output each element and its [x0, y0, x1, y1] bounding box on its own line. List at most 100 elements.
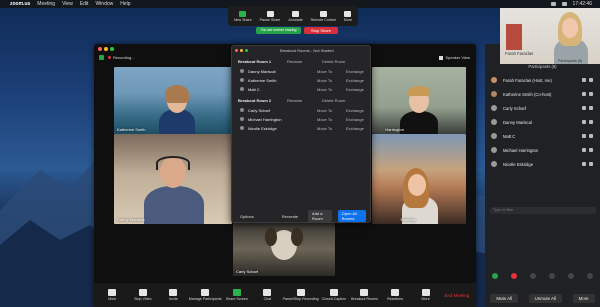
exchange-button[interactable]: Exchange — [346, 87, 364, 92]
end-meeting-button[interactable]: End Meeting — [441, 293, 473, 298]
camera-icon — [138, 289, 147, 296]
manage-participants-button[interactable]: Manage Participants — [189, 289, 222, 301]
slower-icon[interactable] — [529, 273, 536, 279]
stop-video-button[interactable]: Stop Video — [128, 289, 159, 301]
breakout-room-1[interactable]: Breakout Room 1 Rename Delete Room — [232, 57, 372, 66]
yes-icon[interactable] — [491, 273, 498, 279]
battery-icon[interactable] — [561, 2, 567, 6]
participant-row[interactable]: Carly Scharf — [489, 103, 599, 115]
delete-room-button[interactable]: Delete Room — [322, 59, 345, 64]
annotate-button[interactable]: Annotate — [288, 10, 303, 22]
move-to-button[interactable]: Move To — [317, 108, 332, 113]
menu-zoom[interactable]: zoom.us — [10, 1, 30, 7]
video-tile-danny[interactable]: Danny Mariscal — [114, 134, 232, 224]
wifi-icon[interactable] — [550, 2, 556, 6]
speaker-view-button[interactable]: Speaker View — [439, 55, 470, 60]
move-to-button[interactable]: Move To — [317, 117, 332, 122]
exchange-button[interactable]: Exchange — [346, 78, 364, 83]
maximize-window-icon[interactable] — [110, 47, 114, 51]
mute-all-button[interactable]: Mute All — [490, 293, 518, 303]
record-icon — [296, 289, 305, 296]
participant-row[interactable]: Farah Faraclas (Host, me) — [489, 75, 599, 87]
pause-stop-recording-button[interactable]: Pause/Stop Recording — [283, 289, 319, 301]
menu-help[interactable]: Help — [120, 1, 130, 7]
move-to-button[interactable]: Move To — [317, 69, 332, 74]
pause-share-button[interactable]: Pause Share — [260, 10, 280, 22]
share-screen-icon — [232, 289, 241, 296]
maximize-dialog-icon[interactable] — [245, 49, 248, 52]
more-feedback-icon[interactable] — [568, 273, 575, 279]
menu-meeting[interactable]: Meeting — [37, 1, 55, 7]
breakout-rooms-button[interactable]: Breakout Rooms — [349, 289, 380, 301]
clear-all-icon[interactable] — [587, 273, 594, 279]
rename-room-button[interactable]: Rename — [287, 98, 302, 103]
move-to-button[interactable]: Move To — [317, 126, 332, 131]
more-button[interactable]: More — [344, 10, 352, 22]
video-tile-katherine[interactable]: Katherine Smith — [114, 67, 232, 134]
closed-caption-button[interactable]: Closed Caption — [319, 289, 350, 301]
video-tile-harrington[interactable]: Harrington — [372, 67, 466, 134]
stop-share-button[interactable]: Stop Share — [304, 26, 338, 34]
no-icon[interactable] — [510, 273, 517, 279]
delete-room-button[interactable]: Delete Room — [322, 98, 345, 103]
participants-panel: Participants (6) Farah Faraclas (Host, m… — [485, 44, 600, 307]
participant-row[interactable]: Katherine Smith (Co-host) — [489, 89, 599, 101]
recreate-button[interactable]: Recreate — [278, 213, 302, 220]
participant-row[interactable]: Nicolle Eskridge — [489, 159, 599, 171]
new-share-button[interactable]: New Share — [234, 10, 252, 22]
add-room-button[interactable]: Add a Room — [308, 210, 332, 222]
move-to-button[interactable]: Move To — [317, 87, 332, 92]
menu-window[interactable]: Window — [95, 1, 113, 7]
tile-name-label: Katherine Smith — [117, 127, 146, 132]
tile-name-label: Danny Mariscal — [117, 217, 145, 222]
faster-icon[interactable] — [549, 273, 556, 279]
close-window-icon[interactable] — [98, 47, 102, 51]
reactions-button[interactable]: Reactions — [380, 289, 411, 301]
close-dialog-icon[interactable] — [235, 49, 238, 52]
breakout-icon — [360, 289, 369, 296]
unmute-all-button[interactable]: Unmute All — [528, 293, 562, 303]
video-tile-carly[interactable]: Carly Scharf — [233, 222, 335, 276]
room-member-row: Matt C Move To Exchange — [232, 85, 372, 94]
remote-icon — [319, 10, 327, 17]
participant-row[interactable]: Danny Mariscal — [489, 117, 599, 129]
chat-button[interactable]: Chat — [252, 289, 283, 301]
microphone-icon — [108, 289, 117, 296]
mute-button[interactable]: Mute — [97, 289, 128, 301]
annotate-icon — [292, 10, 300, 17]
move-to-button[interactable]: Move To — [317, 78, 332, 83]
clock[interactable]: 17:42:46 — [573, 1, 592, 7]
participant-search-input[interactable]: Type to filter — [490, 207, 596, 214]
avatar — [491, 91, 497, 97]
exchange-button[interactable]: Exchange — [346, 69, 364, 74]
participant-row[interactable]: Michael Harrington — [489, 145, 599, 157]
avatar — [491, 133, 497, 139]
menu-edit[interactable]: Edit — [80, 1, 89, 7]
minimize-dialog-icon[interactable] — [240, 49, 243, 52]
avatar — [240, 126, 244, 130]
participant-status-icons — [582, 148, 593, 152]
more-toolbar-button[interactable]: More — [410, 289, 441, 301]
rename-room-button[interactable]: Rename — [287, 59, 302, 64]
member-name: Michael Harrington — [248, 117, 282, 122]
more-participants-button[interactable]: More — [572, 293, 595, 303]
exchange-button[interactable]: Exchange — [346, 117, 364, 122]
breakout-room-2[interactable]: Breakout Room 2 Rename Delete Room — [232, 96, 372, 105]
participant-row[interactable]: Matt C — [489, 131, 599, 143]
options-button[interactable]: Options — [236, 213, 258, 220]
menu-view[interactable]: View — [62, 1, 73, 7]
share-screen-button[interactable]: Share Screen — [222, 289, 253, 301]
open-all-rooms-button[interactable]: Open All Rooms — [337, 210, 366, 222]
invite-button[interactable]: Invite — [158, 289, 189, 301]
exchange-button[interactable]: Exchange — [346, 126, 364, 131]
security-shield-icon[interactable] — [99, 55, 104, 60]
self-video-tile[interactable]: Farah Faraclas Participants (6) — [500, 8, 600, 64]
minimize-window-icon[interactable] — [104, 47, 108, 51]
video-tile-eskridge[interactable]: Eskridge — [372, 134, 466, 224]
exchange-button[interactable]: Exchange — [346, 108, 364, 113]
recording-indicator[interactable]: Recording... — [108, 55, 135, 60]
more-icon — [421, 289, 430, 296]
remote-control-button[interactable]: Remote Control — [311, 10, 336, 22]
participant-status-icons — [582, 134, 593, 138]
cc-icon — [329, 289, 338, 296]
